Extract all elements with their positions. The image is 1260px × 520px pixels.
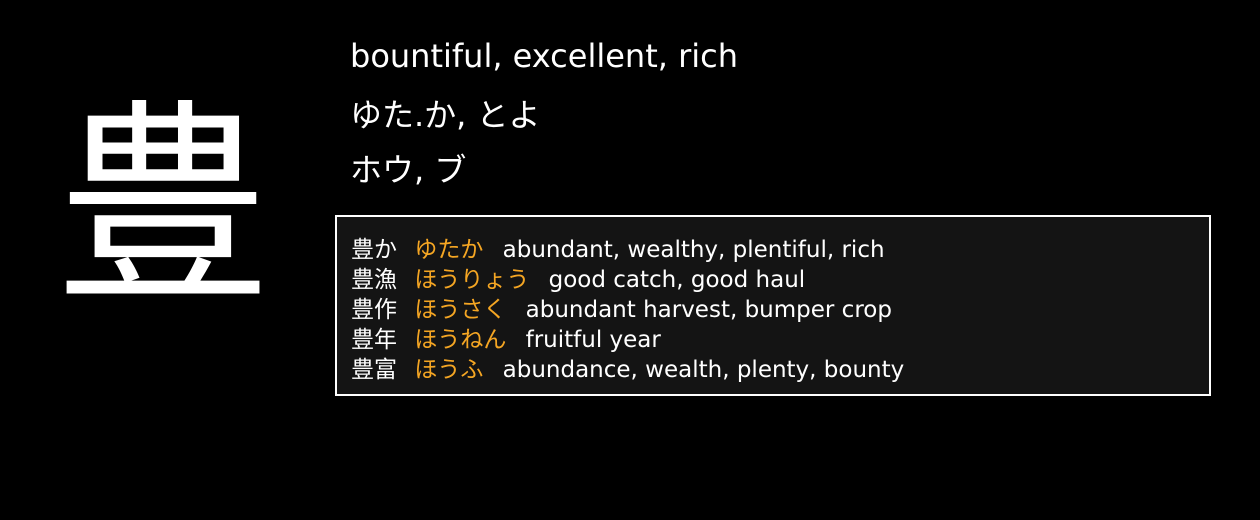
on-readings: ホウ, ブ [350,151,467,189]
vocabulary-panel: 豊か ゆたか abundant, wealthy, plentiful, ric… [335,215,1211,396]
kanji-meanings: bountiful, excellent, rich [350,37,739,75]
vocab-word: 豊作 [351,297,397,323]
vocab-reading: ほうりょう [414,267,530,293]
vocab-reading: ゆたか [414,237,484,263]
vocab-item: 豊年 ほうねん fruitful year [351,325,904,355]
vocab-gloss: abundance, wealth, plenty, bounty [502,357,905,383]
vocab-reading: ほうふ [414,357,484,383]
vocab-gloss: fruitful year [525,327,661,353]
vocab-item: 豊漁 ほうりょう good catch, good haul [351,265,904,295]
vocab-gloss: good catch, good haul [548,267,806,293]
vocab-word: 豊か [351,237,397,263]
vocab-gloss: abundant, wealthy, plentiful, rich [502,237,885,263]
vocab-gloss: abundant harvest, bumper crop [525,297,892,323]
kun-readings: ゆた.か, とよ [350,96,541,134]
vocabulary-list: 豊か ゆたか abundant, wealthy, plentiful, ric… [351,235,904,385]
vocab-reading: ほうねん [414,327,507,353]
vocab-item: 豊か ゆたか abundant, wealthy, plentiful, ric… [351,235,904,265]
vocab-word: 豊漁 [351,267,397,293]
vocab-word: 豊富 [351,357,397,383]
kanji-character: 豊 [55,81,270,332]
vocab-item: 豊富 ほうふ abundance, wealth, plenty, bounty [351,355,904,385]
vocab-reading: ほうさく [414,297,507,323]
vocab-word: 豊年 [351,327,397,353]
vocab-item: 豊作 ほうさく abundant harvest, bumper crop [351,295,904,325]
